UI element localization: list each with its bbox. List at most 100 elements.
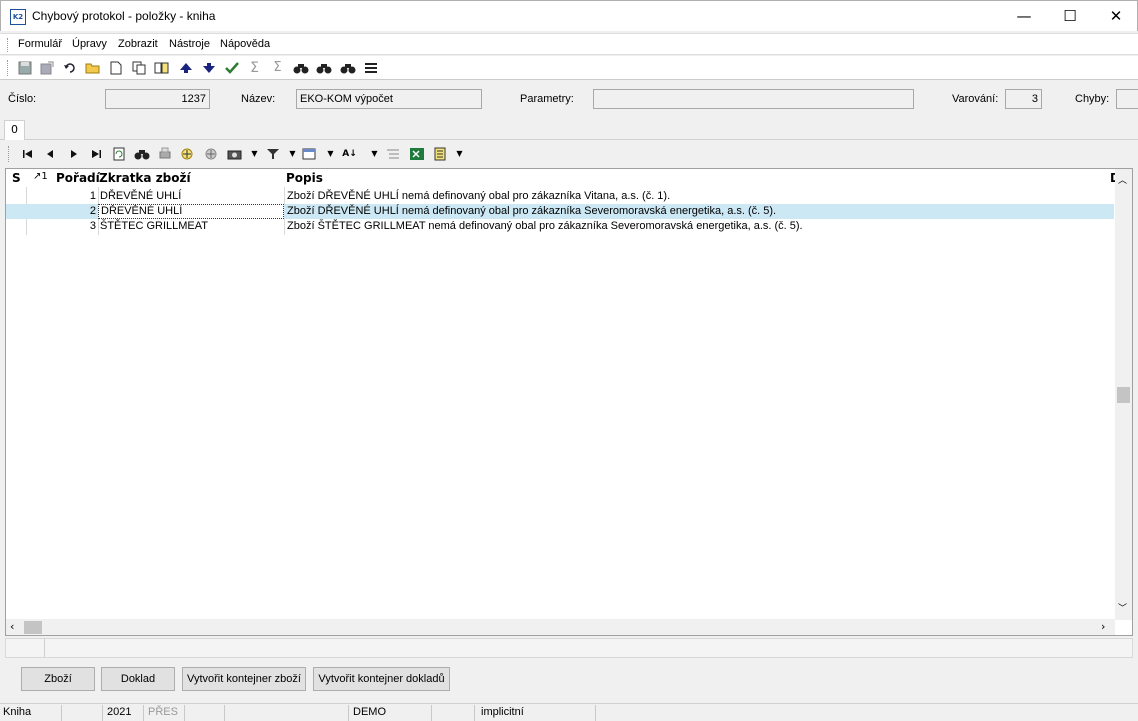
undo-icon[interactable] <box>61 59 78 76</box>
scroll-down-icon[interactable]: ﹀ <box>1118 601 1127 614</box>
varovani-field[interactable]: 3 <box>1005 89 1042 109</box>
grid-list-icon[interactable] <box>384 145 401 162</box>
cell-popis: Zboží ŠTĚTEC GRILLMEAT nemá definovaný o… <box>287 220 803 232</box>
sum-filtered-icon[interactable]: Σ <box>269 59 286 76</box>
column-header-popis[interactable]: Popis <box>286 171 323 185</box>
save-as-icon[interactable] <box>38 59 55 76</box>
vertical-scroll-thumb[interactable] <box>1117 387 1130 403</box>
cislo-label: Číslo: <box>8 93 37 105</box>
menu-zobrazit[interactable]: Zobrazit <box>118 38 158 50</box>
table-row-selected[interactable]: 2 DŘEVĚNÉ UHLÍ Zboží DŘEVĚNÉ UHLÍ nemá d… <box>6 204 1114 219</box>
arrow-up-icon[interactable] <box>177 59 194 76</box>
cell-zkratka: DŘEVĚNÉ UHLÍ <box>100 190 182 202</box>
main-toolbar: Σ Σ <box>0 56 1138 80</box>
close-button[interactable]: ✕ <box>1093 1 1138 32</box>
column-header-sort-order[interactable]: ↗1 <box>33 171 48 182</box>
toolbar-grip <box>7 60 8 76</box>
summary-divider <box>44 639 45 657</box>
open-folder-icon[interactable] <box>84 59 101 76</box>
book-icon[interactable] <box>153 59 170 76</box>
parametry-label: Parametry: <box>520 93 574 105</box>
table-row[interactable]: 3 ŠTĚTEC GRILLMEAT Zboží ŠTĚTEC GRILLMEA… <box>6 219 1114 234</box>
tab-0[interactable]: 0 <box>4 120 25 140</box>
menu-formular[interactable]: Formulář <box>18 38 62 50</box>
horizontal-scroll-thumb[interactable] <box>24 621 42 634</box>
cell-zkratka-focused[interactable]: DŘEVĚNÉ UHLÍ <box>98 204 284 219</box>
scroll-left-icon[interactable]: ‹ <box>10 620 14 633</box>
arrow-down-icon[interactable] <box>200 59 217 76</box>
filter-dropdown-icon[interactable]: ▼ <box>284 145 301 162</box>
first-record-icon[interactable] <box>19 145 36 162</box>
save-icon[interactable] <box>16 59 33 76</box>
sort-icon[interactable]: A↓ <box>341 145 358 162</box>
scroll-right-icon[interactable]: › <box>1101 620 1105 633</box>
data-grid[interactable]: S ↗1 Pořadí Zkratka zboží Popis D 1 DŘEV… <box>5 168 1133 636</box>
report-icon[interactable] <box>431 145 448 162</box>
window-title: Chybový protokol - položky - kniha <box>32 9 216 23</box>
binoculars-replace-icon[interactable] <box>339 59 356 76</box>
columns-icon[interactable] <box>301 145 318 162</box>
menu-upravy[interactable]: Úpravy <box>72 38 107 50</box>
sort-dropdown-icon[interactable]: ▼ <box>366 145 383 162</box>
cislo-field[interactable]: 1237 <box>105 89 210 109</box>
horizontal-scrollbar[interactable]: ‹ › <box>6 619 1115 635</box>
doklad-button[interactable]: Doklad <box>101 667 175 691</box>
attach-yellow-icon[interactable] <box>179 145 196 162</box>
minimize-icon: — <box>1016 7 1032 25</box>
binoculars-next-icon[interactable] <box>315 59 332 76</box>
column-header-zkratka-zbozi[interactable]: Zkratka zboží <box>99 171 191 185</box>
close-icon: ✕ <box>1109 7 1123 25</box>
excel-export-icon[interactable] <box>408 145 425 162</box>
vytvorit-kontejner-zbozi-button[interactable]: Vytvořit kontejner zboží <box>182 667 306 691</box>
vertical-scrollbar[interactable]: ︿ ﹀ <box>1115 169 1132 620</box>
status-overwrite: PŘES <box>148 706 178 718</box>
menu-grip <box>7 38 8 52</box>
attach-gray-icon[interactable] <box>203 145 220 162</box>
next-record-icon[interactable] <box>65 145 82 162</box>
status-divider <box>474 705 475 721</box>
grid-binoculars-icon[interactable] <box>133 145 150 162</box>
last-record-icon[interactable] <box>87 145 104 162</box>
cell-zkratka: ŠTĚTEC GRILLMEAT <box>100 220 208 232</box>
table-row[interactable]: 1 DŘEVĚNÉ UHLÍ Zboží DŘEVĚNÉ UHLÍ nemá d… <box>6 189 1114 204</box>
column-header-s[interactable]: S <box>12 171 21 185</box>
status-divider <box>348 705 349 721</box>
status-divider <box>595 705 596 721</box>
grid-toolbar: ▼ ▼ ▼ A↓ ▼ ▼ <box>4 142 1136 166</box>
columns-dropdown-icon[interactable]: ▼ <box>322 145 339 162</box>
copy-icon[interactable] <box>130 59 147 76</box>
refresh-icon[interactable] <box>110 145 127 162</box>
summary-strip <box>5 638 1133 658</box>
filter-icon[interactable] <box>264 145 281 162</box>
maximize-button[interactable]: ☐ <box>1047 1 1093 32</box>
status-bar: Kniha 2021 PŘES DEMO implicitní <box>0 703 1138 721</box>
varovani-label: Varování: <box>952 93 999 105</box>
zbozi-button[interactable]: Zboží <box>21 667 95 691</box>
new-document-icon[interactable] <box>107 59 124 76</box>
camera-dropdown-icon[interactable]: ▼ <box>246 145 263 162</box>
parametry-field[interactable] <box>593 89 914 109</box>
binoculars-icon[interactable] <box>292 59 309 76</box>
cell-poradi: 2 <box>89 205 96 217</box>
sum-icon[interactable]: Σ <box>246 59 263 76</box>
tab-strip: 0 <box>0 120 1138 140</box>
check-icon[interactable] <box>223 59 240 76</box>
nazev-label: Název: <box>241 93 276 105</box>
report-dropdown-icon[interactable]: ▼ <box>451 145 468 162</box>
status-kniha: Kniha <box>3 706 32 718</box>
minimize-button[interactable]: — <box>1001 1 1047 32</box>
app-logo-icon: K2 <box>10 9 26 25</box>
print-icon[interactable] <box>156 145 173 162</box>
chyby-field[interactable] <box>1116 89 1138 109</box>
scroll-up-icon[interactable]: ︿ <box>1118 173 1127 186</box>
menu-napoveda[interactable]: Nápověda <box>220 38 270 50</box>
list-icon[interactable] <box>362 59 379 76</box>
vytvorit-kontejner-dokladu-button[interactable]: Vytvořit kontejner dokladů <box>313 667 450 691</box>
nazev-field[interactable]: EKO-KOM výpočet <box>296 89 482 109</box>
menu-nastroje[interactable]: Nástroje <box>169 38 210 50</box>
previous-record-icon[interactable] <box>41 145 58 162</box>
status-divider <box>143 705 144 721</box>
camera-icon[interactable] <box>226 145 243 162</box>
cell-poradi: 3 <box>89 220 96 232</box>
column-header-poradi[interactable]: Pořadí <box>56 171 100 185</box>
